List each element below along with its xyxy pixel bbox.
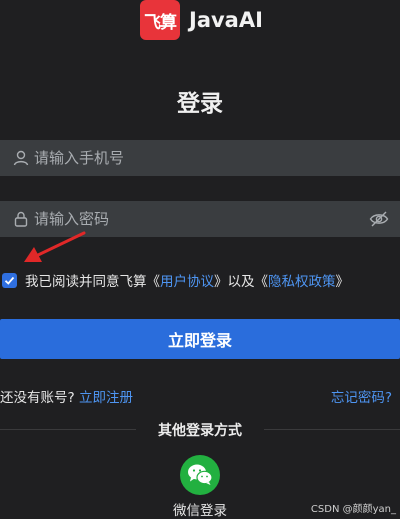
app-logo: 飞算 [140,0,180,40]
register-row: 还没有账号? 立即注册 [0,386,133,406]
eye-off-icon[interactable] [368,208,390,230]
annotation-arrow [24,231,86,262]
no-account-text: 还没有账号? [0,390,75,406]
agreement-middle: 》以及《 [214,274,268,290]
forgot-password-link[interactable]: 忘记密码? [331,386,392,406]
privacy-policy-link[interactable]: 隐私权政策 [268,274,336,290]
agreement-row: 我已阅读并同意飞算《用户协议》以及《隐私权政策》 [0,268,400,292]
agreement-text: 我已阅读并同意飞算《用户协议》以及《隐私权政策》 [25,270,349,290]
other-login-title: 其他登录方式 [158,423,242,439]
user-agreement-link[interactable]: 用户协议 [160,274,214,290]
agreement-prefix: 我已阅读并同意飞算《 [25,274,160,290]
check-icon [4,276,15,285]
user-icon [13,150,29,166]
app-name: JavaAI [189,8,263,32]
login-button[interactable]: 立即登录 [0,319,400,359]
page-title: 登录 [177,91,223,117]
wechat-login-button[interactable] [180,455,220,495]
phone-input[interactable] [34,149,400,167]
agree-checkbox[interactable] [2,272,17,288]
phone-field[interactable] [0,140,400,176]
register-link[interactable]: 立即注册 [79,390,133,406]
wechat-icon [188,464,213,485]
watermark: CSDN @颜颜yan_ [310,504,396,515]
agreement-suffix: 》 [335,274,350,290]
logo-text: 飞算 [144,12,177,33]
